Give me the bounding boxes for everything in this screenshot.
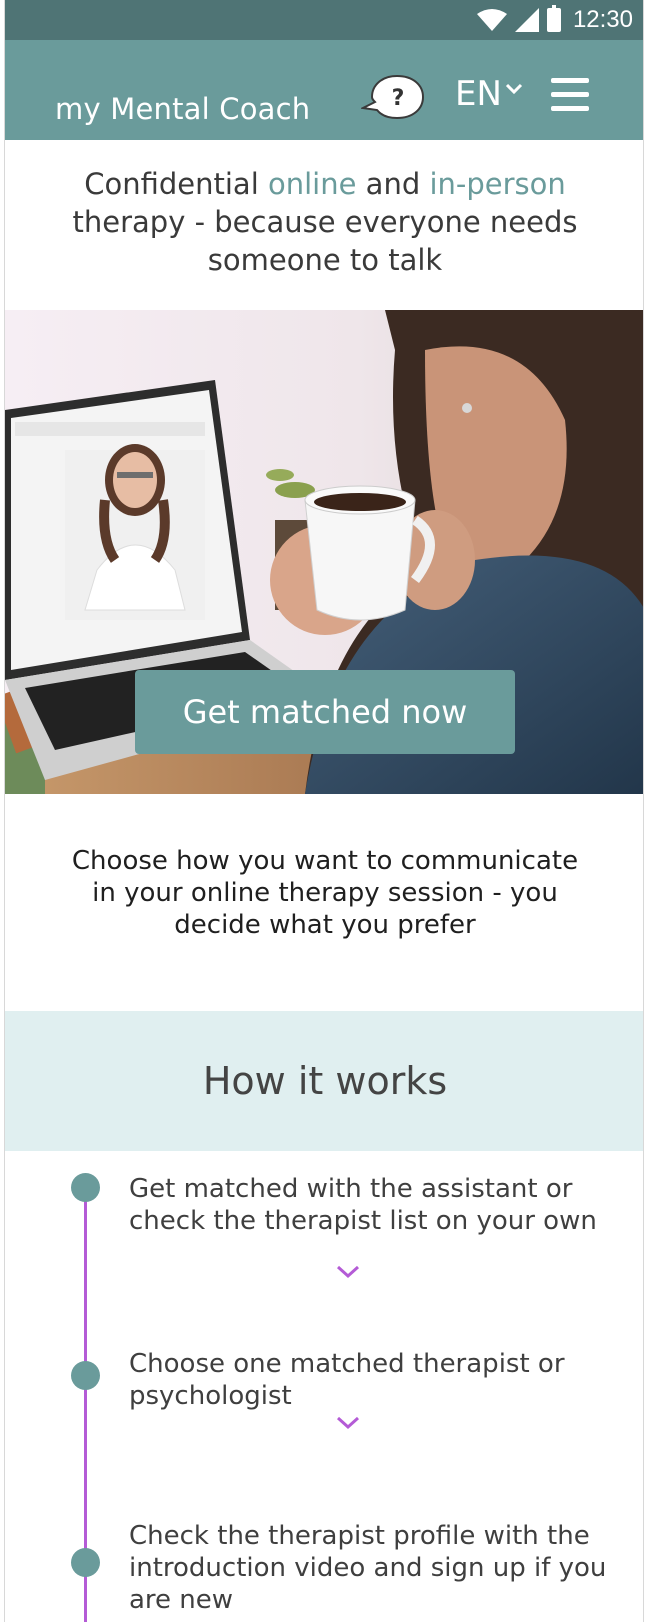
intro-part1: Confidential <box>84 167 268 201</box>
communication-choice-text: Choose how you want to communicate in yo… <box>71 846 579 940</box>
step-2-dot <box>71 1361 100 1390</box>
step-1-text: Get matched with the assistant or check … <box>129 1174 597 1236</box>
chevron-down-icon[interactable] <box>335 1415 361 1431</box>
status-icons: 12:30 <box>476 4 633 36</box>
signal-icon <box>514 8 539 32</box>
language-label: EN <box>455 74 502 114</box>
brand-logo-text[interactable]: my Mental Coach <box>55 92 310 126</box>
battery-icon <box>546 5 561 32</box>
step-2-text: Choose one matched therapist or psycholo… <box>129 1349 565 1411</box>
how-it-works-title: How it works <box>202 1059 448 1103</box>
intro-text: Confidential online and in-person therap… <box>5 165 643 279</box>
chevron-down-icon <box>505 83 522 95</box>
app-header: my Mental Coach ? EN <box>5 40 643 140</box>
status-time: 12:30 <box>572 6 633 33</box>
intro-part2: and <box>356 167 430 201</box>
step-3-text: Check the therapist profile with the int… <box>129 1521 607 1615</box>
get-matched-button[interactable]: Get matched now <box>135 670 515 754</box>
in-person-highlight: in-person <box>429 167 566 201</box>
step-3-dot <box>71 1548 100 1577</box>
hamburger-menu-icon[interactable] <box>551 78 591 114</box>
intro-line-3: someone to talk <box>207 243 443 277</box>
help-icon-mark: ? <box>392 86 405 111</box>
intro-line-2: therapy - because everyone needs <box>72 205 578 239</box>
status-bar: 12:30 <box>5 0 643 40</box>
online-highlight: online <box>267 167 357 201</box>
chevron-down-icon[interactable] <box>335 1264 361 1280</box>
step-1-dot <box>71 1173 100 1202</box>
help-bubble-icon[interactable]: ? <box>361 72 427 124</box>
how-it-works-banner: How it works <box>5 1011 643 1151</box>
language-selector[interactable]: EN <box>455 74 523 114</box>
intro-line-1: Confidential online and in-person <box>5 165 643 203</box>
wifi-icon <box>476 9 507 31</box>
phone-screen: 12:30 my Mental Coach ? EN Confidential … <box>4 0 644 1622</box>
